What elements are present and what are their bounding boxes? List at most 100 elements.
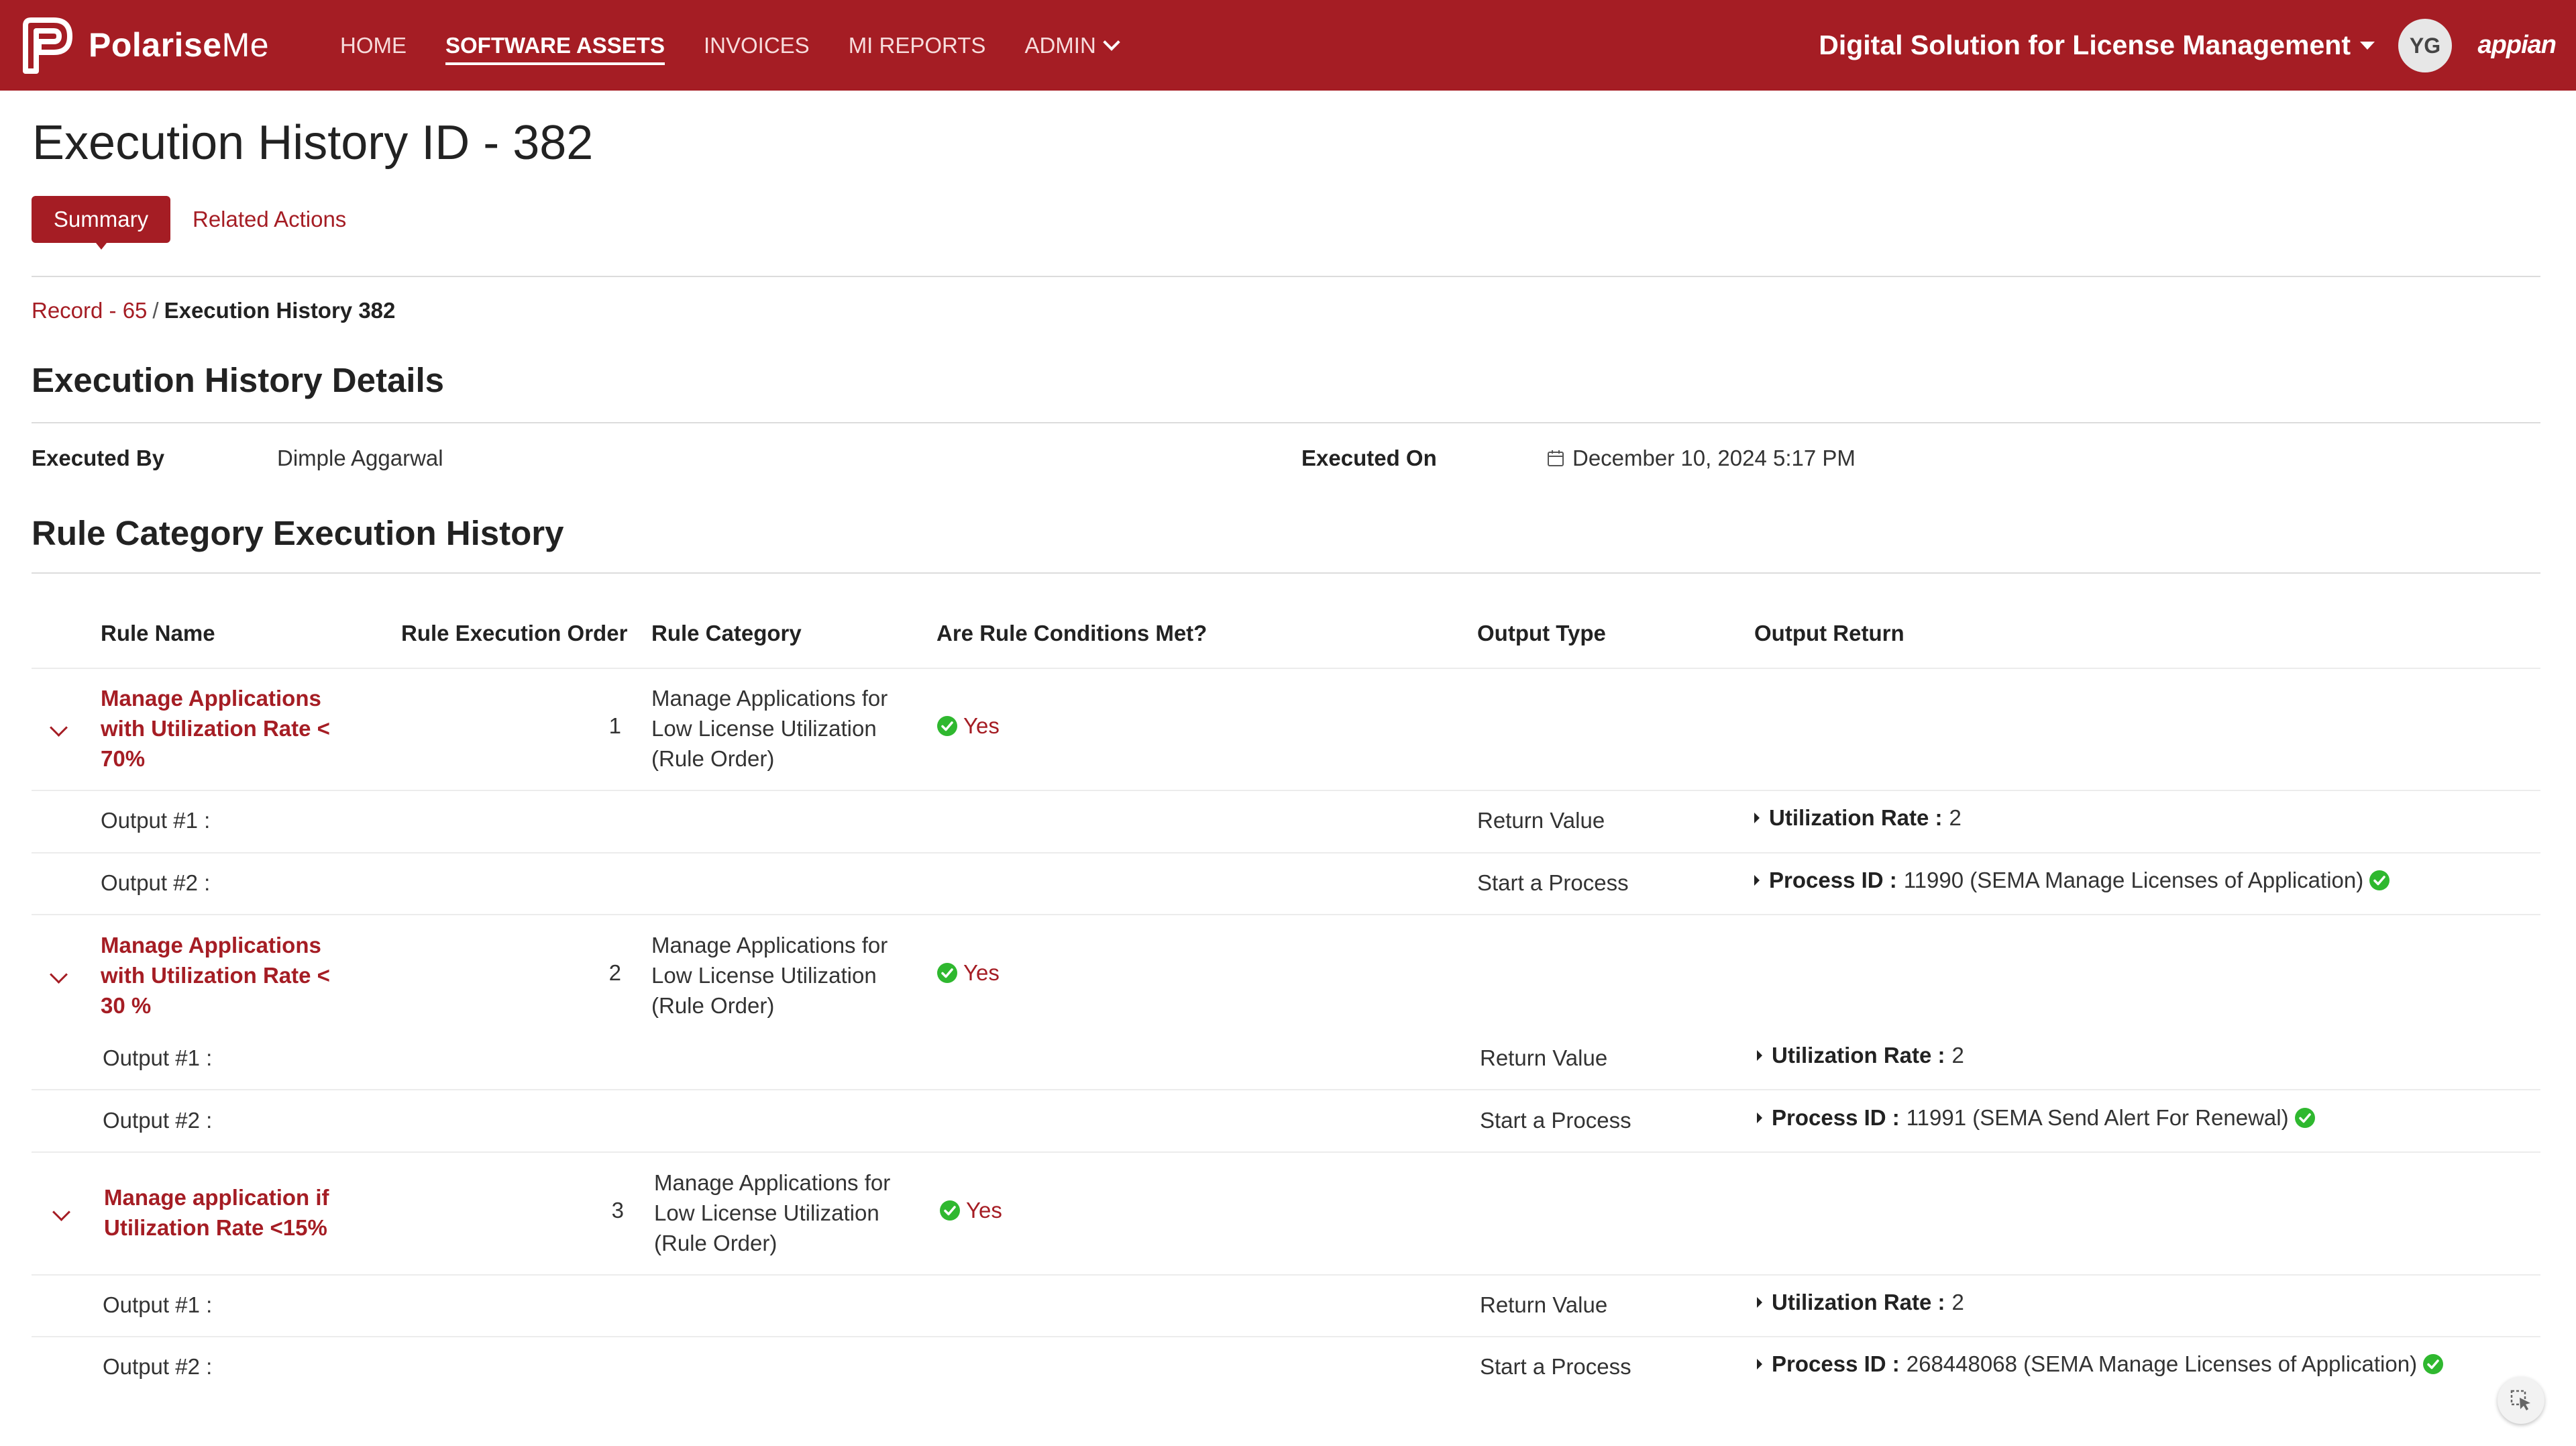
- executed-on-label: Executed On: [1301, 446, 1437, 470]
- user-avatar[interactable]: YG: [2398, 19, 2452, 72]
- row-line: [32, 790, 2540, 791]
- rule-name-link[interactable]: Manage Applications with Utilization Rat…: [101, 683, 356, 774]
- rule-category-line: Manage Applications for: [651, 933, 888, 958]
- caret-right-icon[interactable]: [1757, 1050, 1762, 1061]
- row-line: [32, 1089, 2540, 1090]
- row-line: [32, 1151, 2540, 1153]
- output-return-value: 2: [1951, 1043, 1964, 1068]
- col-rule-category[interactable]: Rule Category: [651, 621, 802, 646]
- app-logo[interactable]: PolariseMe: [16, 15, 269, 75]
- nav-software-assets[interactable]: SOFTWARE ASSETS: [445, 0, 665, 91]
- rule-order: 3: [611, 1198, 624, 1223]
- col-conditions-met[interactable]: Are Rule Conditions Met?: [936, 621, 1207, 646]
- col-output-type[interactable]: Output Type: [1477, 621, 1606, 646]
- rule-name-link[interactable]: Manage Applications with Utilization Rat…: [101, 930, 356, 1021]
- output-label: Output #1 :: [103, 1045, 213, 1070]
- check-circle-icon: [2423, 1354, 2444, 1374]
- output-return-key: Utilization Rate :: [1769, 805, 1943, 830]
- details-divider: [32, 422, 2540, 423]
- breadcrumb: Record - 65/Execution History 382: [32, 298, 395, 323]
- conditions-met: Yes: [939, 1198, 1002, 1223]
- output-return-value: 11990 (SEMA Manage Licenses of Applicati…: [1903, 868, 2364, 892]
- output-return[interactable]: Process ID :268448068 (SEMA Manage Licen…: [1757, 1351, 2444, 1377]
- rules-divider: [32, 572, 2540, 574]
- output-type: Return Value: [1480, 1292, 1608, 1317]
- output-label: Output #2 :: [103, 1354, 213, 1379]
- rule-order: 1: [608, 713, 621, 738]
- rule-name-line: Manage Applications: [101, 933, 321, 958]
- rule-category: Manage Applications for Low License Util…: [651, 683, 888, 774]
- col-rule-name[interactable]: Rule Name: [101, 621, 215, 646]
- chevron-down-icon[interactable]: [50, 719, 68, 737]
- rule-name-link[interactable]: Manage application if Utilization Rate <…: [104, 1182, 359, 1243]
- breadcrumb-record-link[interactable]: Record - 65: [32, 298, 147, 323]
- output-return-value: 2: [1949, 805, 1962, 830]
- cursor-select-icon: [2510, 1390, 2530, 1410]
- executed-on-text: December 10, 2024 5:17 PM: [1572, 446, 1856, 470]
- output-return-value: 268448068 (SEMA Manage Licenses of Appli…: [1906, 1351, 2418, 1376]
- rule-category-line: Low License Utilization: [651, 963, 877, 988]
- caret-right-icon[interactable]: [1757, 1113, 1762, 1123]
- calendar-icon: [1548, 450, 1564, 466]
- select-cursor-button[interactable]: [2498, 1377, 2544, 1424]
- row-line: [32, 852, 2540, 854]
- output-type: Return Value: [1480, 1045, 1608, 1070]
- rule-category: Manage Applications for Low License Util…: [654, 1168, 890, 1258]
- tab-summary[interactable]: Summary: [32, 196, 170, 250]
- conditions-met-text: Yes: [963, 960, 1000, 985]
- conditions-met-text: Yes: [963, 713, 1000, 738]
- check-circle-icon: [937, 716, 957, 736]
- output-return-key: Process ID :: [1769, 868, 1897, 892]
- col-rule-execution-order[interactable]: Rule Execution Order: [401, 621, 627, 646]
- rule-category-line: Low License Utilization: [654, 1200, 879, 1225]
- site-title: Digital Solution for License Management: [1819, 30, 2351, 60]
- executed-on-value: December 10, 2024 5:17 PM: [1547, 446, 1856, 471]
- grid-header-line: [32, 668, 2540, 669]
- chevron-down-icon[interactable]: [52, 1203, 70, 1221]
- rule-category-line: (Rule Order): [651, 993, 775, 1018]
- output-return[interactable]: Utilization Rate :2: [1754, 805, 1962, 831]
- breadcrumb-separator: /: [152, 298, 159, 323]
- output-return[interactable]: Process ID :11990 (SEMA Manage Licenses …: [1754, 868, 2390, 893]
- caret-down-icon: [2360, 41, 2375, 50]
- caret-right-icon[interactable]: [1754, 875, 1760, 886]
- output-return[interactable]: Utilization Rate :2: [1757, 1290, 1964, 1315]
- check-circle-icon: [937, 963, 957, 983]
- col-output-return[interactable]: Output Return: [1754, 621, 1904, 646]
- rules-section-title: Rule Category Execution History: [32, 514, 564, 552]
- output-return[interactable]: Process ID :11991 (SEMA Send Alert For R…: [1757, 1105, 2316, 1131]
- conditions-met: Yes: [936, 713, 1000, 739]
- output-type: Return Value: [1477, 808, 1605, 833]
- nav-admin-label: ADMIN: [1024, 32, 1096, 58]
- chevron-down-icon[interactable]: [50, 966, 68, 984]
- site-selector[interactable]: Digital Solution for License Management: [1819, 0, 2375, 91]
- details-section-title: Execution History Details: [32, 361, 445, 399]
- executed-by-value: Dimple Aggarwal: [277, 446, 443, 470]
- output-label: Output #1 :: [103, 1292, 213, 1317]
- output-type: Start a Process: [1480, 1108, 1631, 1133]
- check-circle-icon: [2369, 870, 2390, 890]
- nav-home[interactable]: HOME: [340, 0, 407, 91]
- nav-invoices[interactable]: INVOICES: [704, 0, 810, 91]
- rule-category-line: (Rule Order): [651, 746, 775, 771]
- polariseme-logo-icon: [23, 17, 72, 74]
- tab-related-actions[interactable]: Related Actions: [193, 196, 346, 243]
- caret-right-icon[interactable]: [1757, 1297, 1762, 1308]
- row-line: [32, 1274, 2540, 1276]
- caret-right-icon[interactable]: [1757, 1359, 1762, 1370]
- conditions-met-text: Yes: [966, 1198, 1002, 1223]
- output-label: Output #2 :: [103, 1108, 213, 1133]
- row-line: [32, 914, 2540, 915]
- chevron-down-icon: [1103, 33, 1120, 51]
- rule-category-line: (Rule Order): [654, 1231, 777, 1255]
- nav-admin[interactable]: ADMIN: [1024, 0, 1120, 91]
- header-divider: [32, 276, 2540, 277]
- rule-category-line: Low License Utilization: [651, 716, 877, 741]
- rule-name-line: Manage application if: [104, 1185, 329, 1210]
- nav-mi-reports[interactable]: MI REPORTS: [849, 0, 986, 91]
- brand-name: PolariseMe: [89, 26, 270, 64]
- check-circle-icon: [2294, 1108, 2315, 1128]
- rule-name-line: Utilization Rate <15%: [104, 1215, 327, 1240]
- output-return[interactable]: Utilization Rate :2: [1757, 1043, 1964, 1068]
- caret-right-icon[interactable]: [1754, 813, 1760, 823]
